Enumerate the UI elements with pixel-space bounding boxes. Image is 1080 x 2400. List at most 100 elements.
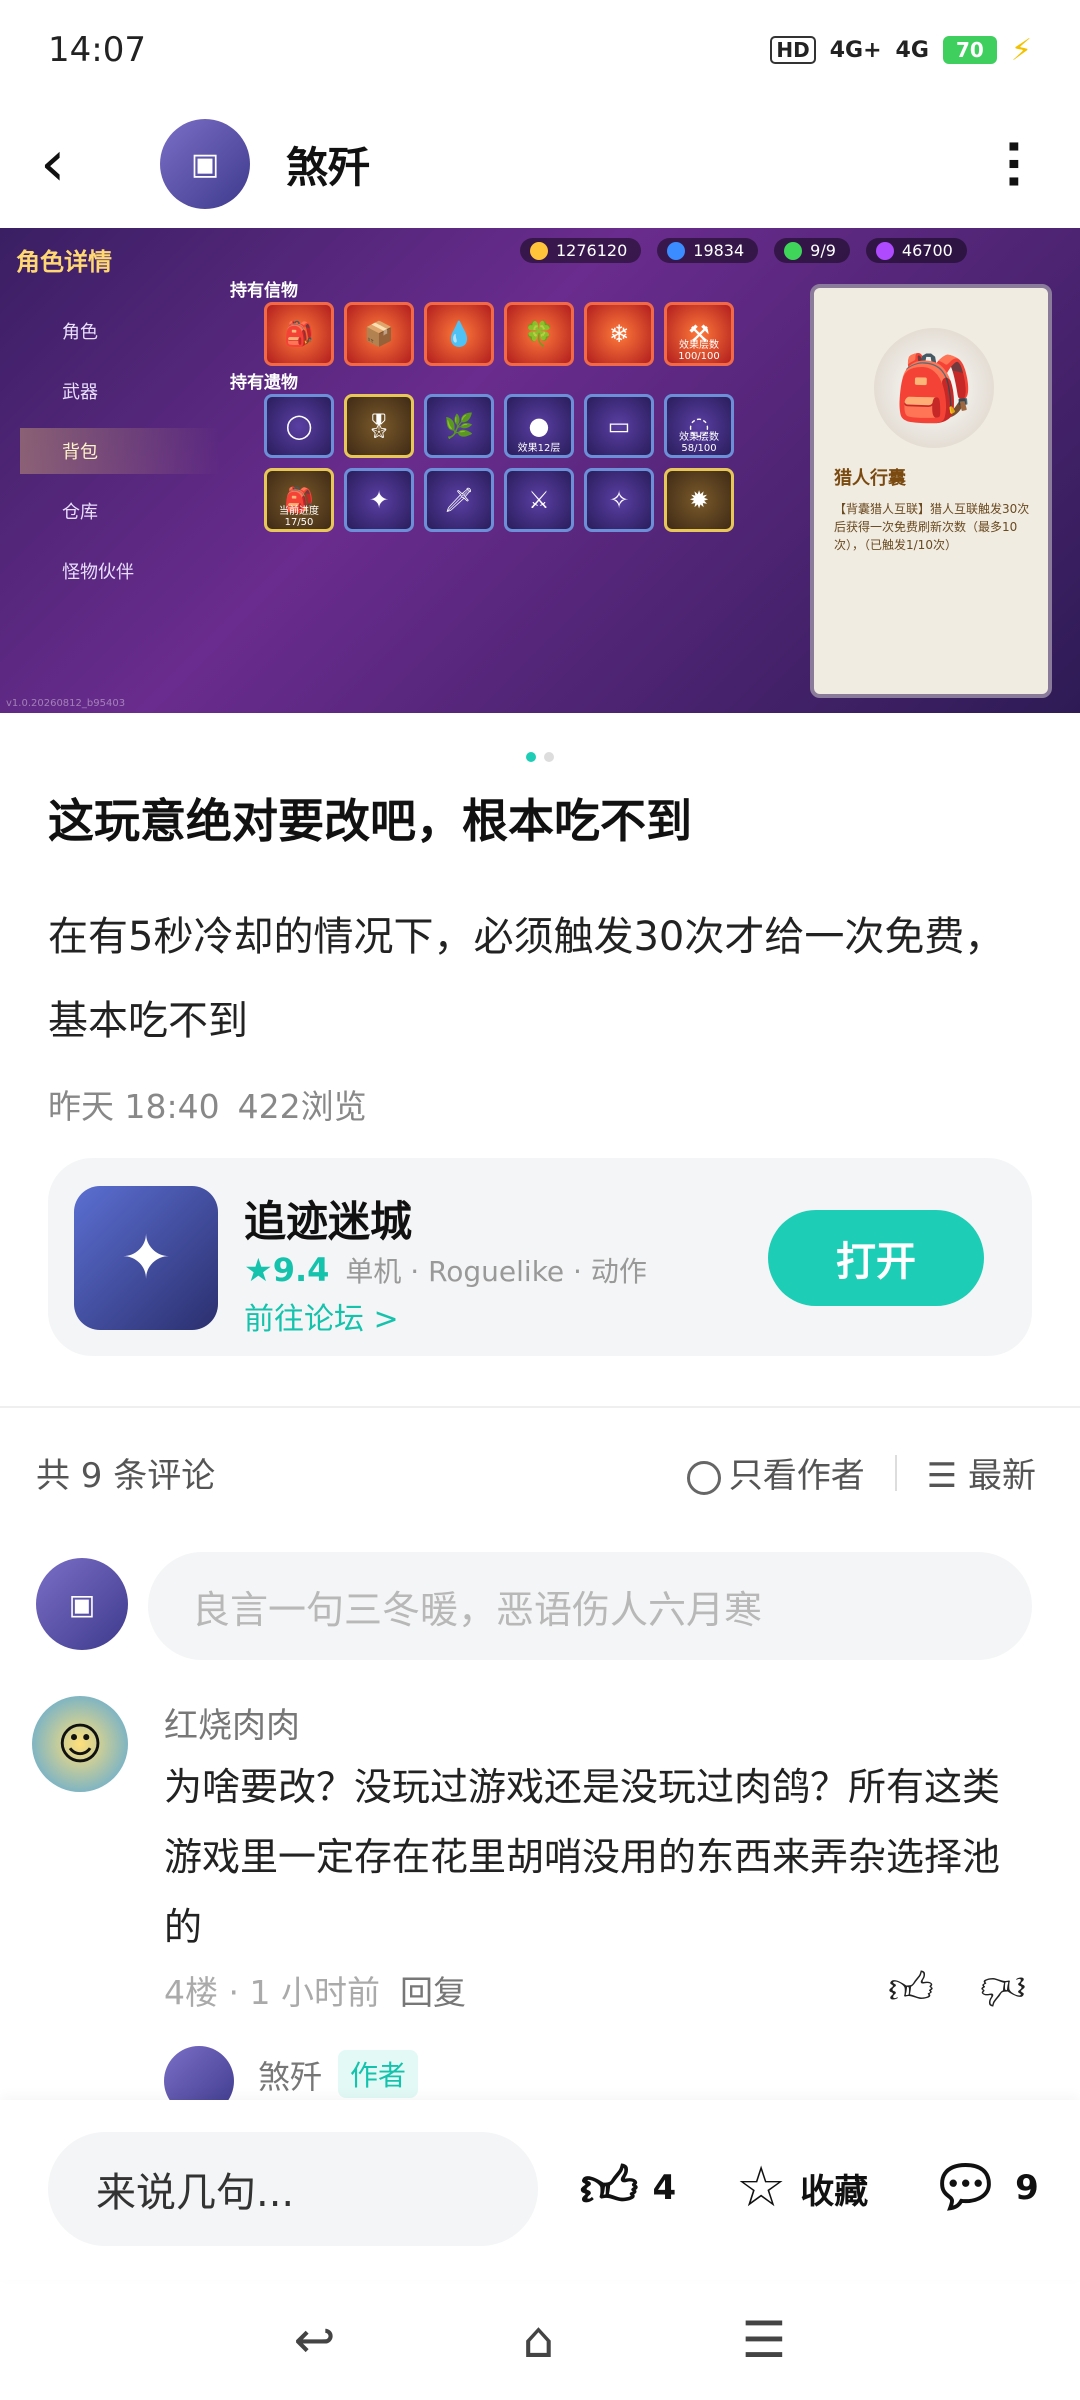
comment-filters: 只看作者 ☰ 最新 bbox=[686, 1448, 1036, 1497]
comments-button[interactable]: 💬︎ 9 bbox=[930, 2160, 1039, 2216]
pager-dot-active bbox=[526, 752, 536, 762]
author-name[interactable]: 煞歼 bbox=[286, 134, 988, 195]
charging-icon: ⚡ bbox=[1010, 32, 1032, 68]
relic-slot: ✦ bbox=[344, 468, 414, 532]
back-nav-icon[interactable]: ↩ bbox=[294, 2311, 336, 2369]
author-avatar[interactable]: ▣ bbox=[160, 119, 250, 209]
section-tokens-label: 持有信物 bbox=[230, 281, 298, 301]
post-title: 这玩意绝对要改吧，根本吃不到 bbox=[48, 794, 692, 848]
relic-slot: 🎖 bbox=[344, 394, 414, 458]
game-icon: ✦ bbox=[74, 1186, 218, 1330]
favorite-label: 收藏 bbox=[800, 2171, 869, 2212]
reply-author-name[interactable]: 煞歼 bbox=[258, 2052, 322, 2098]
game-version: v1.0.20260812_b95403 bbox=[6, 698, 126, 709]
menu-nav-icon[interactable]: ☰ bbox=[742, 2311, 787, 2369]
thumbs-up-icon: 👍︎ bbox=[580, 2155, 639, 2220]
relic-slot: ⚔ bbox=[504, 468, 574, 532]
radio-circle-icon bbox=[686, 1460, 721, 1495]
commenter-avatar[interactable]: ☺ bbox=[32, 1696, 128, 1792]
backpack-icon: 🎒 bbox=[874, 328, 994, 448]
commenter-name[interactable]: 红烧肉肉 bbox=[164, 1698, 300, 1747]
game-menu-weapon: 武器 bbox=[62, 382, 98, 403]
star-icon: ☆ bbox=[736, 2155, 787, 2220]
post-meta: 昨天 18:40 422浏览 bbox=[48, 1080, 367, 1128]
comment-floor-time: 4楼 · 1 小时前 bbox=[164, 1973, 380, 2012]
author-only-toggle[interactable]: 只看作者 bbox=[686, 1448, 865, 1497]
relic-slot: ▭ bbox=[584, 394, 654, 458]
star-icon: ★ bbox=[244, 1251, 273, 1289]
forum-link[interactable]: 前往论坛 > bbox=[244, 1294, 399, 1338]
post-date: 昨天 18:40 bbox=[48, 1087, 220, 1126]
sort-toggle[interactable]: ☰ 最新 bbox=[927, 1448, 1036, 1497]
comment-total: 9 bbox=[1015, 2168, 1039, 2208]
comment-meta: 4楼 · 1 小时前 回复 bbox=[164, 1966, 466, 2014]
more-options-icon[interactable]: ··· bbox=[987, 138, 1041, 190]
favorite-button[interactable]: ☆ 收藏 bbox=[736, 2160, 868, 2216]
game-menu-pet: 怪物伙伴 bbox=[62, 562, 134, 583]
game-card[interactable]: ✦ 追迹迷城 ★9.4 单机 · Roguelike · 动作 前往论坛 > 打… bbox=[48, 1158, 1032, 1356]
thumbs-down-icon[interactable]: 👍︎ bbox=[980, 1962, 1026, 2015]
section-relics-label: 持有遗物 bbox=[230, 373, 298, 393]
open-game-button[interactable]: 打开 bbox=[768, 1210, 984, 1306]
game-menu-storage: 仓库 bbox=[62, 502, 98, 523]
currency-stats: 1276120 19834 9/9 46700 bbox=[520, 238, 967, 263]
reply-button[interactable]: 回复 bbox=[400, 1966, 466, 2014]
speech-bubble-icon: 💬︎ bbox=[930, 2155, 1002, 2220]
token-slot: ⚒ 效果层数 100/100 bbox=[664, 302, 734, 366]
like-count: 4 bbox=[652, 2168, 677, 2208]
sort-icon: ☰ bbox=[926, 1456, 968, 1496]
hd-icon: HD bbox=[770, 36, 816, 64]
relic-detail-card: 🎒 猎人行囊 【背囊猎人互联】猎人互联触发30次后获得一次免费刷新次数（最多10… bbox=[810, 284, 1052, 698]
section-divider bbox=[0, 1406, 1080, 1408]
comment-text: 为啥要改？没玩过游戏还是没玩过肉鸽？所有这类游戏里一定存在花里胡哨没用的东西来弄… bbox=[164, 1765, 1001, 1949]
say-something-input[interactable]: 来说几句... bbox=[48, 2132, 538, 2246]
filter-divider bbox=[894, 1454, 897, 1491]
relic-slot: ● 效果12层 bbox=[504, 394, 574, 458]
like-button[interactable]: 👍︎ 4 bbox=[580, 2160, 676, 2216]
bottom-action-bar: 来说几句... 👍︎ 4 ☆ 收藏 💬︎ 9 bbox=[0, 2100, 1080, 2280]
game-rating: ★9.4 bbox=[244, 1251, 330, 1289]
back-arrow-icon[interactable]: ‹ bbox=[40, 132, 120, 196]
game-menu-role: 角色 bbox=[62, 322, 98, 343]
potion-icon bbox=[875, 241, 894, 260]
relic-slot: ✹ bbox=[664, 468, 734, 532]
comments-header: 共 9 条评论 只看作者 ☰ 最新 bbox=[36, 1448, 1036, 1497]
relic-slot: 🌿 bbox=[424, 394, 494, 458]
gem-icon bbox=[667, 241, 686, 260]
relic-slot: 🎒 当前进度 17/50 bbox=[264, 468, 334, 532]
system-nav-bar: ↩ ⌂ ☰ bbox=[0, 2280, 1080, 2400]
thumbs-up-icon[interactable]: 👍︎ bbox=[888, 1962, 934, 2015]
stat-gold: 1276120 bbox=[520, 238, 642, 263]
post-views: 422浏览 bbox=[237, 1087, 367, 1126]
top-header: ‹ ▣ 煞歼 ··· bbox=[0, 100, 1080, 228]
signal-4g-plus-icon: 4G+ bbox=[829, 37, 882, 63]
token-slot: 🎒 bbox=[264, 302, 334, 366]
my-avatar: ▣ bbox=[36, 1558, 128, 1650]
home-nav-icon[interactable]: ⌂ bbox=[523, 2311, 555, 2369]
token-slot: 🍀 bbox=[504, 302, 574, 366]
battery-icon: 70 bbox=[942, 36, 997, 64]
game-name: 追迹迷城 bbox=[244, 1197, 413, 1246]
image-pager bbox=[0, 752, 1080, 762]
status-bar: 14:07 HD 4G+ 4G 70 ⚡ bbox=[0, 0, 1080, 100]
token-slot: 📦 bbox=[344, 302, 414, 366]
post-body: 在有5秒冷却的情况下，必须触发30次才给一次免费，基本吃不到 bbox=[48, 914, 1005, 1044]
stat-gem: 19834 bbox=[657, 238, 759, 263]
comment-input[interactable]: 良言一句三冬暖，恶语伤人六月寒 bbox=[148, 1552, 1032, 1660]
relic-slot: ✧ bbox=[584, 468, 654, 532]
relic-detail-name: 猎人行囊 bbox=[834, 468, 906, 489]
game-tags: 单机 · Roguelike · 动作 bbox=[345, 1255, 647, 1288]
relic-slot: ◌ 效果层数 58/100 bbox=[664, 394, 734, 458]
banner-title: 角色详情 bbox=[16, 248, 112, 276]
game-menu-bag: 背包 bbox=[20, 428, 220, 474]
game-rating-row: ★9.4 单机 · Roguelike · 动作 bbox=[244, 1250, 647, 1290]
relic-slot: 🗡 bbox=[424, 468, 494, 532]
stat-herb: 9/9 bbox=[774, 238, 850, 263]
comment-count: 共 9 条评论 bbox=[36, 1456, 216, 1496]
relic-detail-desc: 【背囊猎人互联】猎人互联触发30次后获得一次免费刷新次数（最多10次），（已触发… bbox=[834, 502, 1030, 552]
status-time: 14:07 bbox=[48, 30, 146, 70]
token-slot: ❄ bbox=[584, 302, 654, 366]
stat-potion: 46700 bbox=[865, 238, 967, 263]
post-image[interactable]: 角色详情 1276120 19834 9/9 46700 角色 武器 背包 仓库… bbox=[0, 228, 1080, 713]
token-grid: 🎒 📦 💧 🍀 ❄ ⚒ 效果层数 100/100 bbox=[264, 302, 734, 366]
